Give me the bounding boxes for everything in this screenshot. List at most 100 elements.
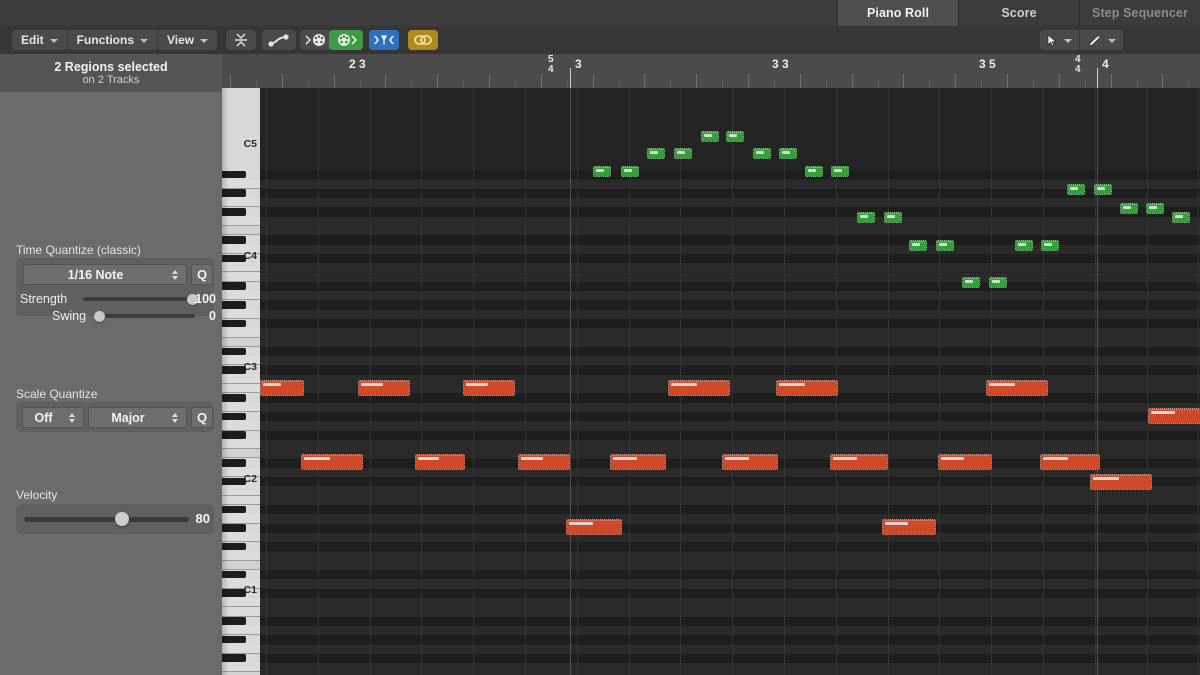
piano-white-key[interactable] (222, 374, 260, 385)
ruler-beat-tick (1007, 74, 1008, 88)
swing-value: 0 (209, 309, 216, 323)
piano-black-key[interactable] (222, 208, 246, 216)
piano-white-key[interactable] (222, 644, 260, 654)
ruler-bar-label: 4 (1102, 57, 1109, 71)
piano-white-key[interactable] (222, 495, 260, 505)
piano-white-key[interactable] (222, 309, 260, 319)
midi-note-selection-outline (962, 277, 980, 288)
grid-row (260, 328, 1200, 338)
pencil-tool-button[interactable] (1080, 30, 1123, 50)
velocity-slider-knob[interactable] (115, 512, 129, 526)
tab-piano-roll[interactable]: Piano Roll (837, 0, 958, 26)
piano-white-key[interactable] (222, 291, 260, 301)
velocity-label: Velocity (16, 488, 58, 502)
piano-black-key[interactable] (222, 505, 246, 514)
key-octave-label: C2 (243, 473, 257, 485)
swing-slider-track[interactable] (98, 314, 195, 318)
velocity-slider-track[interactable] (24, 517, 189, 522)
piano-keyboard[interactable]: C5 C4 C3 C2 C1 (222, 88, 261, 675)
piano-white-key[interactable] (222, 179, 260, 189)
piano-white-key[interactable] (222, 328, 260, 338)
piano-white-key[interactable] (222, 486, 260, 496)
ruler-subtick (981, 80, 983, 88)
ruler-subtick (1084, 80, 1086, 88)
time-quantize-q-button[interactable]: Q (191, 264, 213, 285)
piano-black-key[interactable] (222, 319, 246, 328)
timeline-ruler[interactable]: 2 35433 33 5444 (222, 54, 1200, 89)
piano-white-key[interactable] (222, 532, 260, 543)
grid-row (260, 505, 1200, 515)
automation-curve-button[interactable] (262, 30, 296, 50)
piano-black-key[interactable] (222, 459, 246, 467)
ruler-beat-tick (1058, 74, 1060, 88)
time-quantize-value: 1/16 Note (67, 267, 124, 282)
piano-c-key[interactable] (222, 449, 260, 459)
time-quantize-value-popup[interactable]: 1/16 Note (23, 264, 187, 285)
scale-quantize-scale-popup[interactable]: Major (88, 407, 187, 428)
scale-quantize-scale-value: Major (111, 410, 145, 425)
piano-black-key[interactable] (222, 412, 246, 421)
piano-white-key[interactable] (222, 551, 260, 561)
piano-white-key[interactable] (222, 663, 260, 673)
scale-quantize-q-button[interactable]: Q (191, 407, 213, 428)
piano-black-key[interactable] (222, 570, 246, 579)
piano-white-key[interactable] (222, 514, 260, 524)
note-grid[interactable] (260, 88, 1200, 675)
piano-white-key[interactable] (222, 607, 260, 617)
ruler-bar-label: 3 3 (772, 57, 789, 71)
strength-value: 100 (195, 292, 216, 306)
piano-white-key[interactable] (222, 402, 260, 412)
midi-out-button[interactable] (329, 30, 363, 50)
midi-note-selection-outline (989, 277, 1007, 288)
key-octave-label: C1 (243, 584, 257, 596)
piano-black-key[interactable] (222, 235, 246, 244)
piano-black-key[interactable] (222, 394, 246, 402)
piano-c-key[interactable] (222, 337, 260, 347)
piano-black-key[interactable] (222, 589, 246, 597)
piano-white-key[interactable] (222, 439, 260, 450)
grid-row (260, 644, 1200, 654)
brush-tool-button[interactable] (369, 30, 399, 50)
piano-black-key[interactable] (222, 170, 246, 179)
piano-c-key[interactable] (222, 226, 260, 236)
inspector-panel: 2 Regions selected on 2 Tracks Time Quan… (0, 54, 222, 675)
piano-black-key[interactable] (222, 524, 246, 532)
piano-white-key[interactable] (222, 421, 260, 431)
piano-white-key[interactable] (222, 198, 260, 208)
piano-white-key[interactable] (222, 216, 260, 226)
swing-slider-knob[interactable] (94, 310, 105, 322)
link-chain-button[interactable] (408, 30, 438, 50)
piano-white-key[interactable] (222, 598, 260, 608)
grid-beat-line (1198, 88, 1200, 675)
piano-black-key[interactable] (222, 654, 246, 663)
piano-black-key[interactable] (222, 617, 246, 625)
piano-black-key[interactable] (222, 542, 246, 551)
piano-black-key[interactable] (222, 347, 246, 356)
scale-quantize-panel: Off Major Q (16, 402, 214, 432)
piano-black-key[interactable] (222, 301, 246, 309)
piano-black-key[interactable] (222, 282, 246, 291)
strength-slider-track[interactable] (83, 297, 195, 301)
piano-white-key[interactable] (222, 625, 260, 636)
piano-c-key[interactable] (222, 560, 260, 571)
scale-quantize-root-popup[interactable]: Off (22, 407, 84, 428)
piano-black-key[interactable] (222, 635, 246, 644)
functions-menu-button[interactable]: Functions (67, 30, 158, 50)
collapse-mode-button[interactable] (226, 30, 256, 50)
piano-white-key[interactable] (222, 263, 260, 273)
piano-black-key[interactable] (222, 189, 246, 198)
view-menu-button[interactable]: View (158, 30, 218, 50)
pointer-tool-button[interactable] (1040, 30, 1080, 50)
tab-step-sequencer[interactable]: Step Sequencer (1079, 0, 1200, 26)
grid-row (260, 291, 1200, 301)
ruler-beat-tick (799, 74, 801, 88)
piano-white-key[interactable] (222, 384, 260, 394)
piano-black-key[interactable] (222, 366, 246, 374)
ruler-subtick (307, 80, 309, 88)
piano-black-key[interactable] (222, 254, 246, 263)
piano-black-key[interactable] (222, 431, 246, 439)
tab-score[interactable]: Score (958, 0, 1079, 26)
edit-menu-button[interactable]: Edit (12, 30, 68, 50)
piano-white-key[interactable] (222, 272, 260, 282)
piano-black-key[interactable] (222, 477, 246, 486)
